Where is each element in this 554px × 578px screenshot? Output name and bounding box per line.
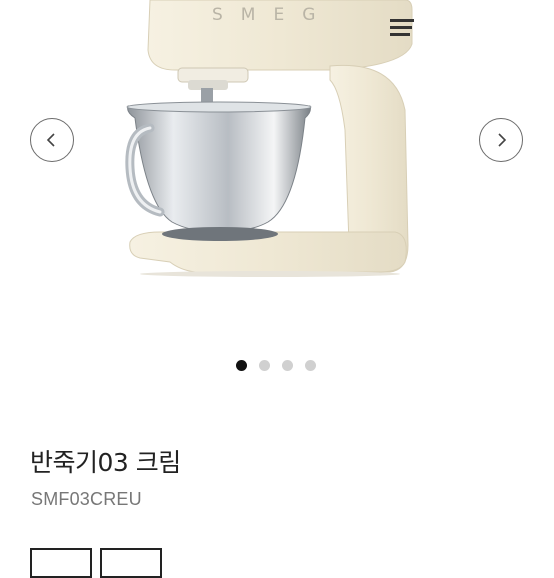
chevron-right-icon: [498, 133, 507, 147]
svg-text:SMEG: SMEG: [212, 5, 333, 25]
carousel-prev-button[interactable]: [30, 118, 74, 162]
product-name: 반죽기03 크림: [30, 448, 181, 477]
brand-logo: SMEG: [212, 5, 333, 25]
chevron-left-icon: [46, 133, 55, 147]
carousel-dot-3[interactable]: [282, 360, 293, 371]
product-image: SMEG: [125, 0, 413, 277]
option-button-1[interactable]: [30, 548, 92, 578]
carousel-dot-2[interactable]: [259, 360, 270, 371]
product-code: SMF03CREU: [31, 489, 142, 509]
carousel-pagination: [236, 360, 316, 371]
menu-button[interactable]: [388, 16, 418, 40]
option-button-2[interactable]: [100, 548, 162, 578]
hamburger-menu-icon: [390, 19, 414, 36]
carousel-dot-1[interactable]: [236, 360, 247, 371]
carousel-dot-4[interactable]: [305, 360, 316, 371]
carousel-next-button[interactable]: [479, 118, 523, 162]
